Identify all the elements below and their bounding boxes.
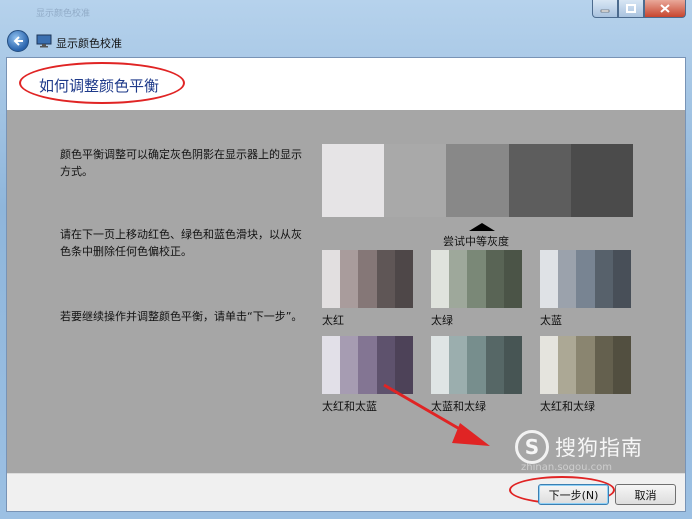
page-header: 如何调整颜色平衡 <box>7 58 685 110</box>
instruction-text-2: 请在下一页上移动红色、绿色和蓝色滑块，以从灰色条中删除任何色偏校正。 <box>60 228 302 258</box>
content-area: 如何调整颜色平衡 颜色平衡调整可以确定灰色阴影在显示器上的显示方式。 请在下一页… <box>6 57 686 512</box>
swatch-strip-3 <box>358 336 377 394</box>
calibration-panel: 颜色平衡调整可以确定灰色阴影在显示器上的显示方式。 请在下一页上移动红色、绿色和… <box>7 110 685 473</box>
swatch-strip-1 <box>540 250 559 308</box>
instruction-text-1: 颜色平衡调整可以确定灰色阴影在显示器上的显示方式。 <box>60 148 302 178</box>
window-controls <box>592 0 686 18</box>
back-button[interactable] <box>7 30 29 52</box>
monitor-icon <box>36 34 52 48</box>
swatch-too-green <box>431 250 523 308</box>
swatch-strip-5 <box>612 250 632 308</box>
swatch-strip-5 <box>503 336 523 394</box>
swatch-strip-2 <box>558 250 577 308</box>
swatch-strip-2 <box>340 336 359 394</box>
swatch-strip-4 <box>594 250 613 308</box>
watermark-url: zhinan.sogou.com <box>521 462 613 473</box>
swatch-strip-5 <box>394 250 414 308</box>
footer-bar: 下一步(N) 取消 <box>7 473 685 511</box>
navigation-bar: 显示颜色校准 <box>0 26 692 56</box>
swatch-strip-1 <box>322 250 341 308</box>
swatch-too-red-and-green <box>540 336 632 394</box>
swatch-strip-3 <box>576 336 595 394</box>
swatch-strip-2 <box>558 336 577 394</box>
swatch-strip-1 <box>322 336 341 394</box>
swatch-label: 太红和太绿 <box>540 400 595 413</box>
pointer-up-icon <box>469 223 495 231</box>
swatch-strip-4 <box>376 250 395 308</box>
swatch-strip-3 <box>467 250 486 308</box>
swatch-strip-1 <box>540 336 559 394</box>
swatch-label: 太绿 <box>431 314 453 327</box>
watermark-text: 搜狗指南 <box>555 436 643 460</box>
swatch-strip-4 <box>594 336 613 394</box>
maximize-button[interactable] <box>618 0 644 18</box>
next-button[interactable]: 下一步(N) <box>538 484 609 505</box>
close-icon <box>660 4 670 13</box>
swatch-strip-5 <box>612 336 632 394</box>
gray-level-2 <box>384 144 447 217</box>
swatch-strip-3 <box>576 250 595 308</box>
swatch-strip-1 <box>431 250 450 308</box>
swatch-too-blue <box>540 250 632 308</box>
gray-level-1 <box>322 144 385 217</box>
swatch-label: 太红和太蓝 <box>322 400 377 413</box>
instruction-text-3: 若要继续操作并调整颜色平衡，请单击“下一步”。 <box>60 310 303 323</box>
swatch-strip-4 <box>485 250 504 308</box>
title-bar-text: 显示颜色校准 <box>36 9 91 19</box>
sogou-logo-icon: S <box>515 430 549 464</box>
swatch-strip-5 <box>503 250 523 308</box>
title-highlight-ellipse <box>19 62 185 104</box>
swatch-label: 太红 <box>322 314 344 327</box>
swatch-strip-2 <box>340 250 359 308</box>
watermark: S 搜狗指南 <box>515 430 643 464</box>
back-arrow-icon <box>13 36 23 46</box>
cancel-button[interactable]: 取消 <box>615 484 676 505</box>
window-frame: 显示颜色校准 显示颜色校准 如何调整颜色平衡 颜色平衡调整可以确定灰色阴影在显示… <box>0 0 692 519</box>
swatch-strip-3 <box>358 250 377 308</box>
annotation-arrow-icon <box>383 383 490 446</box>
gray-gradient-bar <box>322 144 634 217</box>
title-bar: 显示颜色校准 <box>0 0 692 26</box>
minimize-icon <box>600 9 610 12</box>
swatch-strip-2 <box>449 250 468 308</box>
maximize-icon <box>626 4 636 13</box>
gradient-label: 尝试中等灰度 <box>443 235 509 248</box>
swatch-too-red <box>322 250 414 308</box>
app-title: 显示颜色校准 <box>56 37 122 50</box>
gray-level-3 <box>446 144 509 217</box>
gray-level-5 <box>570 144 634 217</box>
gray-level-4 <box>508 144 571 217</box>
minimize-button[interactable] <box>592 0 618 18</box>
swatch-label: 太蓝 <box>540 314 562 327</box>
close-button[interactable] <box>644 0 686 18</box>
